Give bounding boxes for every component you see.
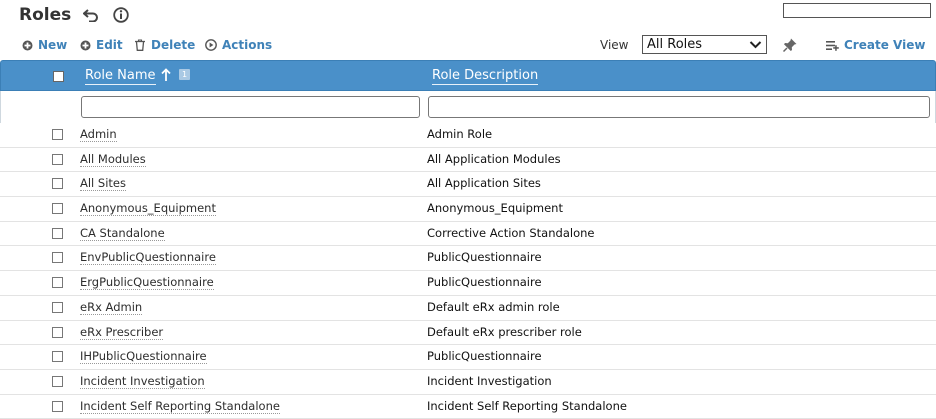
edit-button-label: Edit: [96, 38, 123, 52]
role-description: All Application Sites: [427, 176, 541, 191]
actions-button[interactable]: Actions: [205, 35, 272, 55]
sort-order-badge: 1: [179, 69, 190, 80]
table-row[interactable]: Anonymous_Equipment Anonymous_Equipment: [0, 197, 936, 222]
grid-body: Admin Admin Role All Modules All Applicati…: [0, 123, 936, 419]
toolbar: New Edit Delete Actions View All Roles C…: [0, 35, 936, 55]
edit-button[interactable]: Edit: [80, 35, 123, 55]
row-checkbox[interactable]: [52, 178, 63, 190]
role-name-link[interactable]: Anonymous_Equipment: [80, 202, 216, 217]
row-checkbox[interactable]: [52, 252, 63, 264]
table-row[interactable]: Admin Admin Role: [0, 123, 936, 148]
global-search-input[interactable]: [783, 3, 931, 18]
chevron-down-icon: [749, 41, 762, 49]
row-checkbox[interactable]: [52, 400, 63, 412]
row-checkbox[interactable]: [52, 277, 63, 289]
row-checkbox[interactable]: [52, 375, 63, 387]
pin-icon[interactable]: [782, 37, 798, 53]
filter-row: [0, 91, 936, 123]
plus-icon: [22, 40, 33, 50]
sort-up-icon[interactable]: [160, 68, 172, 82]
edit-plus-icon: [80, 40, 91, 50]
role-name-link[interactable]: EnvPublicQuestionnaire: [80, 251, 216, 266]
delete-button-label: Delete: [151, 38, 196, 52]
table-row[interactable]: Incident Self Reporting Standalone Incide…: [0, 395, 936, 419]
table-row[interactable]: All Modules All Application Modules: [0, 148, 936, 173]
new-button[interactable]: New: [22, 35, 67, 55]
view-select-value: All Roles: [647, 37, 703, 52]
trash-icon: [135, 39, 145, 51]
role-description: Admin Role: [427, 127, 493, 141]
actions-button-label: Actions: [222, 38, 273, 52]
role-name-link[interactable]: All Modules: [80, 152, 146, 167]
delete-button[interactable]: Delete: [134, 35, 195, 55]
page-title: Roles: [19, 5, 72, 25]
role-description: Corrective Action Standalone: [427, 225, 595, 240]
create-view-icon: [826, 40, 839, 51]
new-button-label: New: [38, 38, 68, 52]
view-select[interactable]: All Roles: [642, 35, 767, 54]
role-description-filter-input[interactable]: [428, 96, 930, 118]
role-name-link[interactable]: eRx Admin: [80, 300, 143, 315]
grid-header: Role Name 1 Role Description: [0, 60, 936, 91]
row-checkbox[interactable]: [52, 203, 63, 215]
row-checkbox[interactable]: [52, 301, 63, 313]
table-row[interactable]: EnvPublicQuestionnaire PublicQuestionnair…: [0, 246, 936, 272]
role-name-link[interactable]: ErgPublicQuestionnaire: [80, 276, 214, 291]
role-name-link[interactable]: Admin: [80, 128, 117, 142]
role-description: Default eRx admin role: [427, 299, 560, 314]
role-name-link[interactable]: eRx Prescriber: [80, 325, 164, 340]
role-name-link[interactable]: Incident Self Reporting Standalone: [80, 399, 280, 414]
role-name-link[interactable]: All Sites: [80, 177, 126, 192]
view-label: View: [600, 38, 629, 52]
table-row[interactable]: IHPublicQuestionnaire PublicQuestionnaire: [0, 345, 936, 370]
role-description: Anonymous_Equipment: [427, 201, 563, 216]
role-description: Incident Self Reporting Standalone: [427, 398, 627, 413]
role-description: Incident Investigation: [427, 373, 552, 388]
role-description: PublicQuestionnaire: [427, 275, 542, 290]
column-header-role-description[interactable]: Role Description: [432, 68, 539, 85]
table-row[interactable]: Incident Investigation Incident Investiga…: [0, 370, 936, 395]
role-description: PublicQuestionnaire: [427, 250, 542, 265]
role-description: All Application Modules: [427, 151, 561, 166]
role-name-link[interactable]: CA Standalone: [80, 226, 165, 241]
create-view-button[interactable]: Create View: [826, 35, 925, 55]
title-bar: Roles: [19, 3, 129, 27]
row-checkbox[interactable]: [52, 227, 63, 239]
row-checkbox[interactable]: [52, 129, 63, 140]
roles-grid: Role Name 1 Role Description Admin Admin …: [0, 60, 936, 419]
role-description: PublicQuestionnaire: [427, 349, 542, 364]
column-header-role-name[interactable]: Role Name: [85, 68, 156, 85]
role-name-filter-input[interactable]: [81, 96, 420, 118]
undo-icon[interactable]: [83, 8, 99, 22]
table-row[interactable]: ErgPublicQuestionnaire PublicQuestionnair…: [0, 271, 936, 296]
table-row[interactable]: eRx Prescriber Default eRx prescriber rol…: [0, 321, 936, 346]
play-icon: [205, 39, 217, 51]
role-description: Default eRx prescriber role: [427, 324, 582, 339]
role-name-link[interactable]: Incident Investigation: [80, 374, 205, 389]
row-checkbox[interactable]: [52, 351, 63, 363]
role-name-link[interactable]: IHPublicQuestionnaire: [80, 350, 207, 365]
select-all-checkbox[interactable]: [53, 71, 64, 82]
table-row[interactable]: All Sites All Application Sites: [0, 172, 936, 198]
create-view-button-label: Create View: [844, 38, 926, 52]
table-row[interactable]: CA Standalone Corrective Action Standalon…: [0, 222, 936, 247]
info-icon[interactable]: [113, 7, 129, 23]
row-checkbox[interactable]: [52, 153, 63, 165]
table-row[interactable]: eRx Admin Default eRx admin role: [0, 296, 936, 321]
row-checkbox[interactable]: [52, 326, 63, 338]
